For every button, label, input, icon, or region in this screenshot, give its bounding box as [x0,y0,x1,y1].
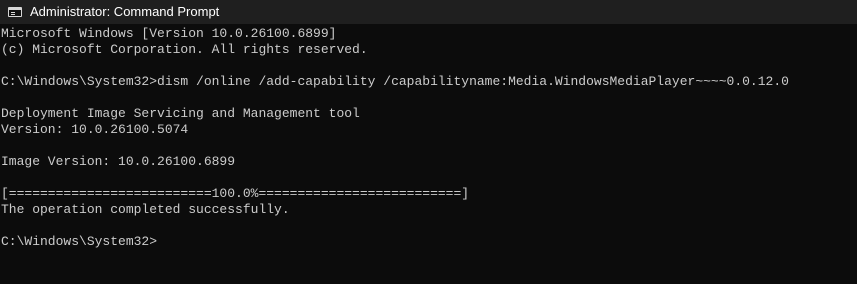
command-prompt-window: Administrator: Command Prompt Microsoft … [0,0,857,284]
title-bar[interactable]: Administrator: Command Prompt [0,0,857,24]
terminal-line-tool-version: Version: 10.0.26100.5074 [1,122,189,137]
window-title: Administrator: Command Prompt [30,4,220,19]
command-prompt-icon [8,7,22,17]
terminal-progress-line: [==========================100.0%=======… [1,186,470,201]
terminal-line-copyright: (c) Microsoft Corporation. All rights re… [1,42,368,57]
terminal-line-version: Microsoft Windows [Version 10.0.26100.68… [1,26,337,41]
terminal-command-line: C:\Windows\System32>dism /online /add-ca… [1,74,789,89]
terminal-success-line: The operation completed successfully. [1,202,290,217]
terminal-output[interactable]: Microsoft Windows [Version 10.0.26100.68… [0,24,857,284]
terminal-line-tool-name: Deployment Image Servicing and Managemen… [1,106,360,121]
terminal-prompt-line[interactable]: C:\Windows\System32> [1,234,857,250]
terminal-line-image-version: Image Version: 10.0.26100.6899 [1,154,236,169]
